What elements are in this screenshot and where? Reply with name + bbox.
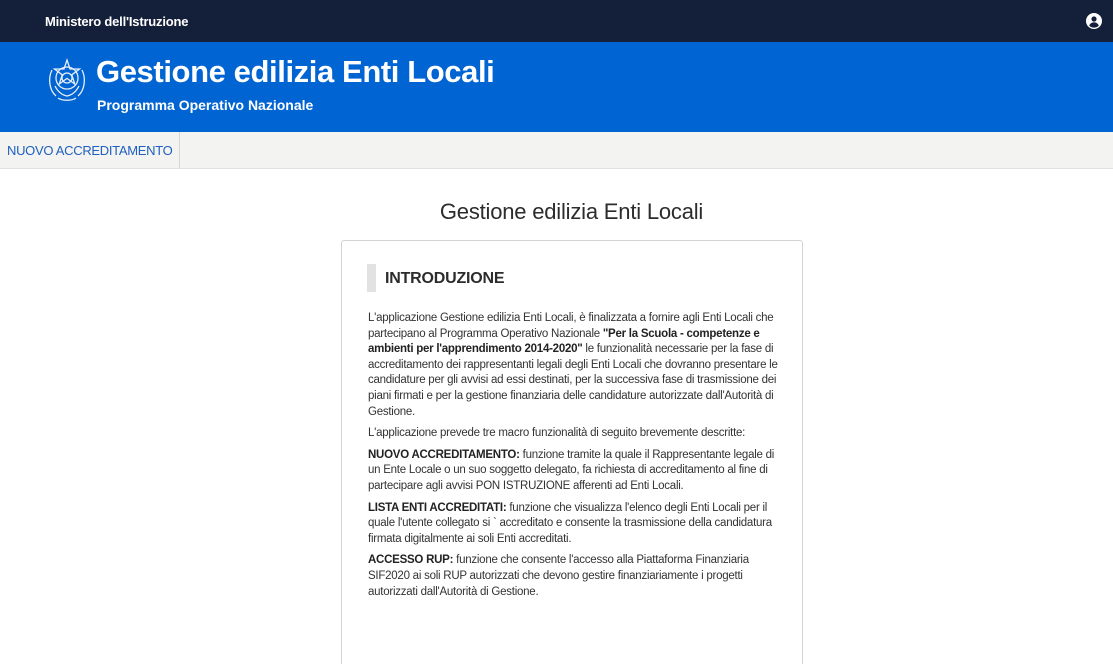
functions-intro: L'applicazione prevede tre macro funzion… — [368, 427, 746, 440]
app-header: Gestione edilizia Enti Locali Programma … — [0, 42, 1113, 132]
app-subtitle: Programma Operativo Nazionale — [97, 97, 314, 113]
intro-body: L'applicazione Gestione edilizia Enti Lo… — [368, 311, 783, 606]
app-title: Gestione edilizia Enti Locali — [96, 54, 495, 89]
function-label: NUOVO ACCREDITAMENTO: — [368, 448, 520, 461]
ministry-label: Ministero dell'Istruzione — [45, 14, 189, 29]
user-circle-icon[interactable] — [1086, 13, 1102, 29]
page-title: Gestione edilizia Enti Locali — [439, 199, 704, 224]
main-nav: NUOVO ACCREDITAMENTO — [0, 132, 1113, 169]
intro-heading: INTRODUZIONE — [367, 264, 505, 292]
function-lista-enti: LISTA ENTI ACCREDITATI: funzione che vis… — [368, 501, 783, 548]
function-label: LISTA ENTI ACCREDITATI: — [368, 501, 507, 514]
function-accesso-rup: ACCESSO RUP: funzione che consente l'acc… — [368, 553, 783, 600]
intro-paragraph: L'applicazione Gestione edilizia Enti Lo… — [368, 311, 783, 420]
nav-item-nuovo-accreditamento[interactable]: NUOVO ACCREDITAMENTO — [0, 132, 181, 168]
top-bar: Ministero dell'Istruzione — [0, 0, 1113, 42]
function-label: ACCESSO RUP: — [368, 554, 454, 567]
emblem-icon — [49, 57, 85, 101]
intro-card: INTRODUZIONE L'applicazione Gestione edi… — [341, 240, 803, 664]
function-nuovo-accreditamento: NUOVO ACCREDITAMENTO: funzione tramite l… — [368, 448, 783, 495]
